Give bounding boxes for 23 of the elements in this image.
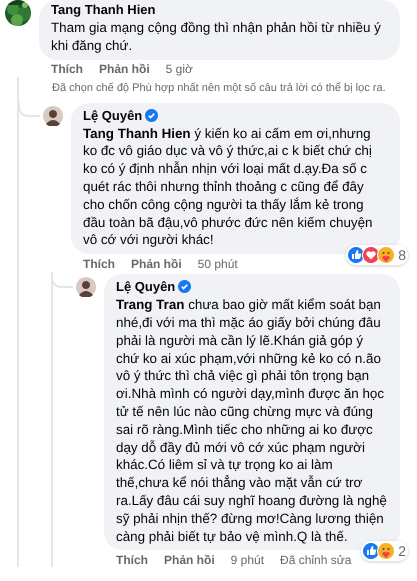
author-name[interactable]: Lệ Quyên: [83, 108, 142, 124]
comment-text: Tham gia mạng cộng đồng thì nhận phản hồi từ nhiều ý khi đăng chứ.: [51, 19, 382, 55]
timestamp[interactable]: 50 phút: [198, 256, 238, 271]
like-link[interactable]: Thích: [83, 256, 115, 271]
avatar[interactable]: [43, 106, 63, 126]
author-name[interactable]: Tang Thanh Hien: [51, 2, 156, 18]
reply-link[interactable]: Phản hồi: [164, 552, 215, 567]
author-name[interactable]: Lệ Quyên: [116, 279, 176, 296]
avatar[interactable]: [76, 277, 96, 298]
reaction-count: 8: [398, 247, 406, 264]
edited-label: Đã chỉnh sửa: [280, 552, 352, 567]
reply-link[interactable]: Phản hồi: [131, 256, 182, 271]
filter-note: Đã chọn chế độ Phù hợp nhất nên một số câu trả lời có thể bị lọc ra.: [51, 80, 387, 96]
care-reaction-icon: [377, 246, 396, 264]
care-reaction-icon: [377, 542, 396, 560]
reply-link[interactable]: Phản hồi: [99, 62, 150, 76]
timestamp[interactable]: 9 phút: [230, 552, 264, 567]
timestamp[interactable]: 5 giờ: [166, 62, 193, 76]
like-link[interactable]: Thích: [116, 552, 148, 567]
reaction-summary[interactable]: 8: [346, 245, 408, 266]
reaction-summary[interactable]: 2: [361, 541, 408, 562]
reaction-count: 2: [398, 543, 406, 560]
like-link[interactable]: Thích: [51, 62, 83, 76]
